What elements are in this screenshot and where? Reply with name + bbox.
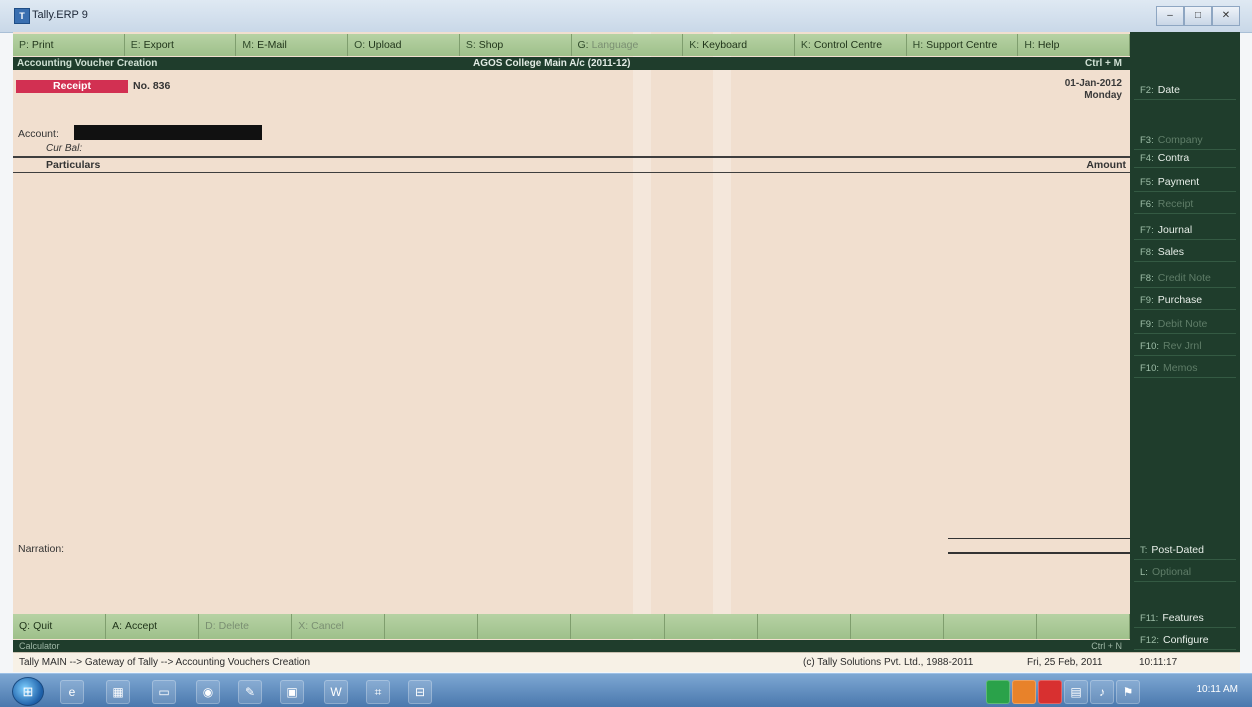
voucher-day: Monday [1084, 90, 1122, 101]
account-field[interactable] [74, 125, 262, 140]
right-button-3[interactable]: F5: Payment [1134, 172, 1236, 192]
taskbar-app-icon-3[interactable]: ◉ [196, 680, 220, 704]
shortcut-hint: Ctrl + M [1085, 58, 1122, 69]
bottom-button-7[interactable] [665, 614, 758, 639]
top-button-4[interactable]: S: Shop [460, 34, 572, 56]
account-label: Account: [18, 128, 59, 140]
taskbar-app-icon-1[interactable]: ▦ [106, 680, 130, 704]
right-button-10[interactable]: F10: Rev Jrnl [1134, 336, 1236, 356]
bottom-button-1[interactable]: A: Accept [106, 614, 200, 639]
bottom-button-0[interactable]: Q: Quit [13, 614, 107, 639]
particulars-header: Particulars [46, 159, 101, 171]
status-date: Fri, 25 Feb, 2011 [1027, 657, 1103, 668]
divider-bottom [13, 172, 1130, 173]
top-button-bar: P: Print E: Export M: E-Mail O: Upload S: Shop G: L… [13, 34, 1131, 56]
bottom-button-2[interactable]: D: Delete [199, 614, 293, 639]
top-button-0[interactable]: P: Print [13, 34, 125, 56]
right-button-panel: F2: Date F3: Company F4: Contra F5: Payment F6: R… [1130, 32, 1240, 652]
taskbar-app-icon-8[interactable]: ⊟ [408, 680, 432, 704]
narration-label: Narration: [18, 543, 65, 555]
top-button-5[interactable]: G: Language [572, 34, 684, 56]
flag-icon[interactable]: ⚑ [1116, 680, 1140, 704]
taskbar-clock[interactable]: 10:11 AM [1196, 684, 1238, 695]
voucher-number: No. 836 [133, 80, 171, 92]
right-button-9[interactable]: F9: Debit Note [1134, 314, 1236, 334]
right-button-6[interactable]: F8: Sales [1134, 242, 1236, 262]
taskbar-app-icon-7[interactable]: ⌗ [366, 680, 390, 704]
voucher-date-block: 01-Jan-2012 Monday [1065, 78, 1122, 102]
screen-header-strip: Accounting Voucher Creation AGOS College… [13, 57, 1130, 70]
bottom-button-11[interactable] [1037, 614, 1130, 639]
bottom-button-6[interactable] [571, 614, 665, 639]
tally-app-icon: T [14, 8, 30, 24]
top-button-3[interactable]: O: Upload [348, 34, 460, 56]
calculator-strip: Calculator Ctrl + N [13, 640, 1130, 652]
amount-header: Amount [1086, 159, 1126, 171]
close-button[interactable]: ✕ [1212, 6, 1240, 26]
bottom-button-8[interactable] [758, 614, 851, 639]
right-button-2[interactable]: F4: Contra [1134, 148, 1236, 168]
current-balance-label: Cur Bal: [46, 143, 83, 154]
right-bottom-button-3[interactable]: F12: Configure [1134, 630, 1236, 650]
divider-top [13, 156, 1130, 158]
bottom-button-3[interactable]: X: Cancel [292, 614, 386, 639]
window-title-bar: T Tally.ERP 9 – □ ✕ [0, 0, 1252, 33]
top-button-7[interactable]: K: Control Centre [795, 34, 907, 56]
minimize-button[interactable]: – [1156, 6, 1184, 26]
network-icon[interactable]: ▤ [1064, 680, 1088, 704]
taskbar-app-icon-5[interactable]: ▣ [280, 680, 304, 704]
status-time: 10:11:17 [1139, 657, 1178, 668]
voucher-date[interactable]: 01-Jan-2012 [1065, 78, 1122, 90]
right-button-8[interactable]: F9: Purchase [1134, 290, 1236, 310]
tray-orange-icon[interactable] [1012, 680, 1036, 704]
calculator-label[interactable]: Calculator [19, 641, 60, 651]
total-line-top [948, 538, 1130, 539]
right-bottom-button-1[interactable]: L: Optional [1134, 562, 1236, 582]
company-name: AGOS College Main A/c (2011-12) [473, 58, 631, 69]
windows-taskbar: ⊞ e ▦ ▭ ◉ ✎ ▣ W ⌗ ⊟ ▤ ♪ ⚑ 10:11 AM [0, 673, 1252, 707]
status-bar: Tally MAIN --> Gateway of Tally --> Acco… [13, 652, 1240, 672]
taskbar-app-icon-6[interactable]: W [324, 680, 348, 704]
right-button-5[interactable]: F7: Journal [1134, 220, 1236, 240]
right-bottom-button-2[interactable]: F11: Features [1134, 608, 1236, 628]
right-button-4[interactable]: F6: Receipt [1134, 194, 1236, 214]
bottom-button-9[interactable] [851, 614, 944, 639]
bottom-button-bar: Q: Quit A: Accept D: Delete X: Cancel [13, 614, 1130, 639]
calculator-shortcut: Ctrl + N [1091, 641, 1122, 651]
maximize-button[interactable]: □ [1184, 6, 1212, 26]
right-button-0[interactable]: F2: Date [1134, 80, 1236, 100]
screen-title: Accounting Voucher Creation [17, 58, 158, 69]
navigation-path: Tally MAIN --> Gateway of Tally --> Acco… [19, 657, 311, 668]
taskbar-app-icon-0[interactable]: e [60, 680, 84, 704]
right-button-7[interactable]: F8: Credit Note [1134, 268, 1236, 288]
bottom-button-5[interactable] [478, 614, 572, 639]
bottom-button-4[interactable] [385, 614, 479, 639]
tray-green-icon[interactable] [986, 680, 1010, 704]
top-button-6[interactable]: K: Keyboard [683, 34, 795, 56]
top-button-1[interactable]: E: Export [125, 34, 237, 56]
start-button[interactable]: ⊞ [12, 677, 44, 706]
top-button-9[interactable]: H: Help [1018, 34, 1131, 56]
taskbar-app-icon-2[interactable]: ▭ [152, 680, 176, 704]
total-line-bottom [948, 552, 1130, 554]
top-button-8[interactable]: H: Support Centre [907, 34, 1019, 56]
top-button-2[interactable]: M: E-Mail [236, 34, 349, 56]
volume-icon[interactable]: ♪ [1090, 680, 1114, 704]
right-button-11[interactable]: F10: Memos [1134, 358, 1236, 378]
bottom-button-10[interactable] [944, 614, 1037, 639]
window-title: Tally.ERP 9 [32, 9, 88, 21]
voucher-type-badge[interactable]: Receipt [16, 80, 128, 93]
copyright-text: (c) Tally Solutions Pvt. Ltd., 1988-2011 [803, 657, 974, 668]
right-button-1[interactable]: F3: Company [1134, 130, 1236, 150]
right-bottom-button-0[interactable]: T: Post-Dated [1134, 540, 1236, 560]
taskbar-app-icon-4[interactable]: ✎ [238, 680, 262, 704]
tray-red-icon[interactable] [1038, 680, 1062, 704]
